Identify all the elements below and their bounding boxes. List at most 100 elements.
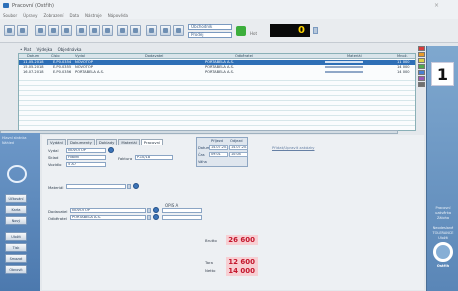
close-button[interactable]: × [434, 2, 439, 9]
open-button[interactable] [17, 25, 28, 36]
arrival-date-field[interactable]: 14.07.2018 [209, 145, 228, 150]
table-row[interactable]: 16.07.2018 E.P0.0356 PORTABELA A.S. PORT… [19, 70, 415, 75]
legend-swatch [418, 52, 425, 57]
print-button[interactable] [89, 25, 100, 36]
edit-icon [105, 28, 110, 33]
netto-label: Netto [205, 268, 216, 273]
report-button[interactable] [130, 25, 141, 36]
folder-icon [20, 28, 25, 33]
detail-tabs: Vydání Dokumenty Doklady Materiál Pracov… [47, 139, 164, 145]
column-header[interactable]: Datum [27, 54, 39, 58]
nav-button[interactable]: Uložit [5, 232, 27, 241]
nav-button[interactable]: Účtování [5, 194, 27, 203]
tab-dokumenty[interactable]: Dokumenty [66, 139, 95, 145]
title-bar: Pracovní (Ostřih) × [0, 0, 458, 12]
vydal-field[interactable]: NOVOTOP [66, 148, 106, 153]
detail-form: Vydání Dokumenty Doklady Materiál Pracov… [42, 135, 424, 290]
nav-button[interactable]: Smazat [5, 254, 27, 263]
column-header[interactable]: Materiál [347, 54, 362, 58]
arrival-time-field[interactable]: 09:01 [209, 152, 228, 157]
tab-doklady[interactable]: Doklady [95, 139, 118, 145]
camera-button[interactable] [117, 25, 128, 36]
departure-header: Odjezd [230, 139, 243, 143]
column-header[interactable]: Vydal [75, 54, 85, 58]
truck-icon [38, 28, 43, 33]
column-header[interactable]: Odběratel [235, 54, 253, 58]
dodavatel-opis-field[interactable] [162, 208, 202, 213]
status-color-legend [418, 46, 425, 90]
menu-item[interactable]: Úpravy [23, 13, 37, 18]
cell-number: E.P0.0355 [53, 65, 72, 69]
right-panel: 1 Pracovní uzávěrka Záloha Neodeslané TO… [426, 46, 458, 291]
lookup-icon[interactable] [153, 207, 159, 213]
vozidlo-label: Vozidlo [48, 162, 62, 167]
doc-tab[interactable]: Objednávka [58, 47, 82, 52]
legend-swatch [418, 64, 425, 69]
cell-number: E.P0.0354 [53, 60, 72, 64]
truck-in-button[interactable] [35, 25, 46, 36]
brutto-value: 26 600 [226, 235, 258, 245]
help-button[interactable] [173, 25, 184, 36]
tab-material[interactable]: Materiál [118, 139, 140, 145]
departure-time-field[interactable]: 10:04 [229, 152, 248, 157]
odberatel-field[interactable]: PORTABELA A.S. [70, 215, 146, 220]
scale-logo-icon [7, 165, 27, 183]
nav-button[interactable]: Nový [5, 216, 27, 225]
material-field[interactable] [66, 184, 126, 189]
cell-date: 15.05.2018 [23, 65, 44, 69]
new-doc-button[interactable] [4, 25, 15, 36]
report-icon [133, 28, 138, 33]
cell-quantity: 14 000 [397, 65, 410, 69]
vozidlo-field[interactable]: 5 A7 [66, 162, 106, 167]
horizontal-scrollbar[interactable] [0, 130, 398, 134]
lookup-icon[interactable] [133, 183, 139, 189]
cell-quantity: 14 000 [397, 70, 410, 74]
legend-swatch [418, 70, 425, 75]
left-nav: Hlavní stránka Náhled Účtování Karta Nov… [0, 133, 40, 291]
material-dropdown-icon[interactable] [127, 184, 131, 189]
weigh-button[interactable] [61, 25, 72, 36]
doc-tab[interactable]: • Plat [20, 47, 31, 52]
tab-pracovni[interactable]: Pracovní [140, 139, 164, 145]
tab-vydani[interactable]: Vydání [47, 139, 66, 145]
menu-item[interactable]: Data [69, 13, 79, 18]
edit-orders-link[interactable]: Přidat/Upravit zakázky [272, 145, 315, 150]
menu-item[interactable]: Nápověda [108, 13, 128, 18]
gear-icon [163, 28, 168, 33]
camera-icon [120, 28, 125, 33]
nav-button[interactable]: Tisk [5, 243, 27, 252]
departure-date-field[interactable]: 14.07.2018 [229, 145, 248, 150]
menu-item[interactable]: Nástroje [85, 13, 102, 18]
column-header[interactable]: Dodavatel [145, 54, 163, 58]
zero-button[interactable] [313, 27, 318, 34]
sklad-field[interactable]: Hlavní [66, 155, 106, 160]
cell-issuer: PORTABELA A.S. [75, 70, 104, 74]
odberatel-opis-field[interactable] [162, 215, 202, 220]
menu-item[interactable]: Zobrazení [43, 13, 63, 18]
truck-out-button[interactable] [48, 25, 59, 36]
column-header[interactable]: Číslo [51, 54, 60, 58]
faktura-field[interactable]: P.10/18 [135, 155, 173, 160]
cell-quantity: 11 000 [397, 60, 410, 64]
mode-select[interactable]: Prodej [188, 32, 232, 38]
filter-button[interactable] [146, 25, 157, 36]
count-badge: 1 [431, 62, 454, 86]
nav-button[interactable]: Karta [5, 205, 27, 214]
doc-tab[interactable]: Výdejka [36, 47, 52, 52]
dodavatel-field[interactable]: NOVOTOP [70, 208, 146, 213]
lookup-icon[interactable] [108, 147, 114, 153]
lookup-icon[interactable] [153, 214, 159, 220]
edit-button[interactable] [102, 25, 113, 36]
save-button[interactable] [76, 25, 87, 36]
menu-item[interactable]: Soubor [3, 13, 17, 18]
column-header[interactable]: Množ. [397, 54, 408, 58]
nav-button[interactable]: Obnovit [5, 265, 27, 274]
material-label: Materiál [48, 185, 64, 190]
odberatel-dropdown-icon[interactable] [147, 215, 151, 220]
dodavatel-label: Dodavatel [48, 209, 68, 214]
cell-material [325, 70, 363, 74]
operator-select[interactable]: Obchodník [188, 24, 232, 30]
dodavatel-dropdown-icon[interactable] [147, 208, 151, 213]
settings-button[interactable] [160, 25, 171, 36]
menu-bar: Soubor Úpravy Zobrazení Data Nástroje Ná… [0, 12, 458, 19]
